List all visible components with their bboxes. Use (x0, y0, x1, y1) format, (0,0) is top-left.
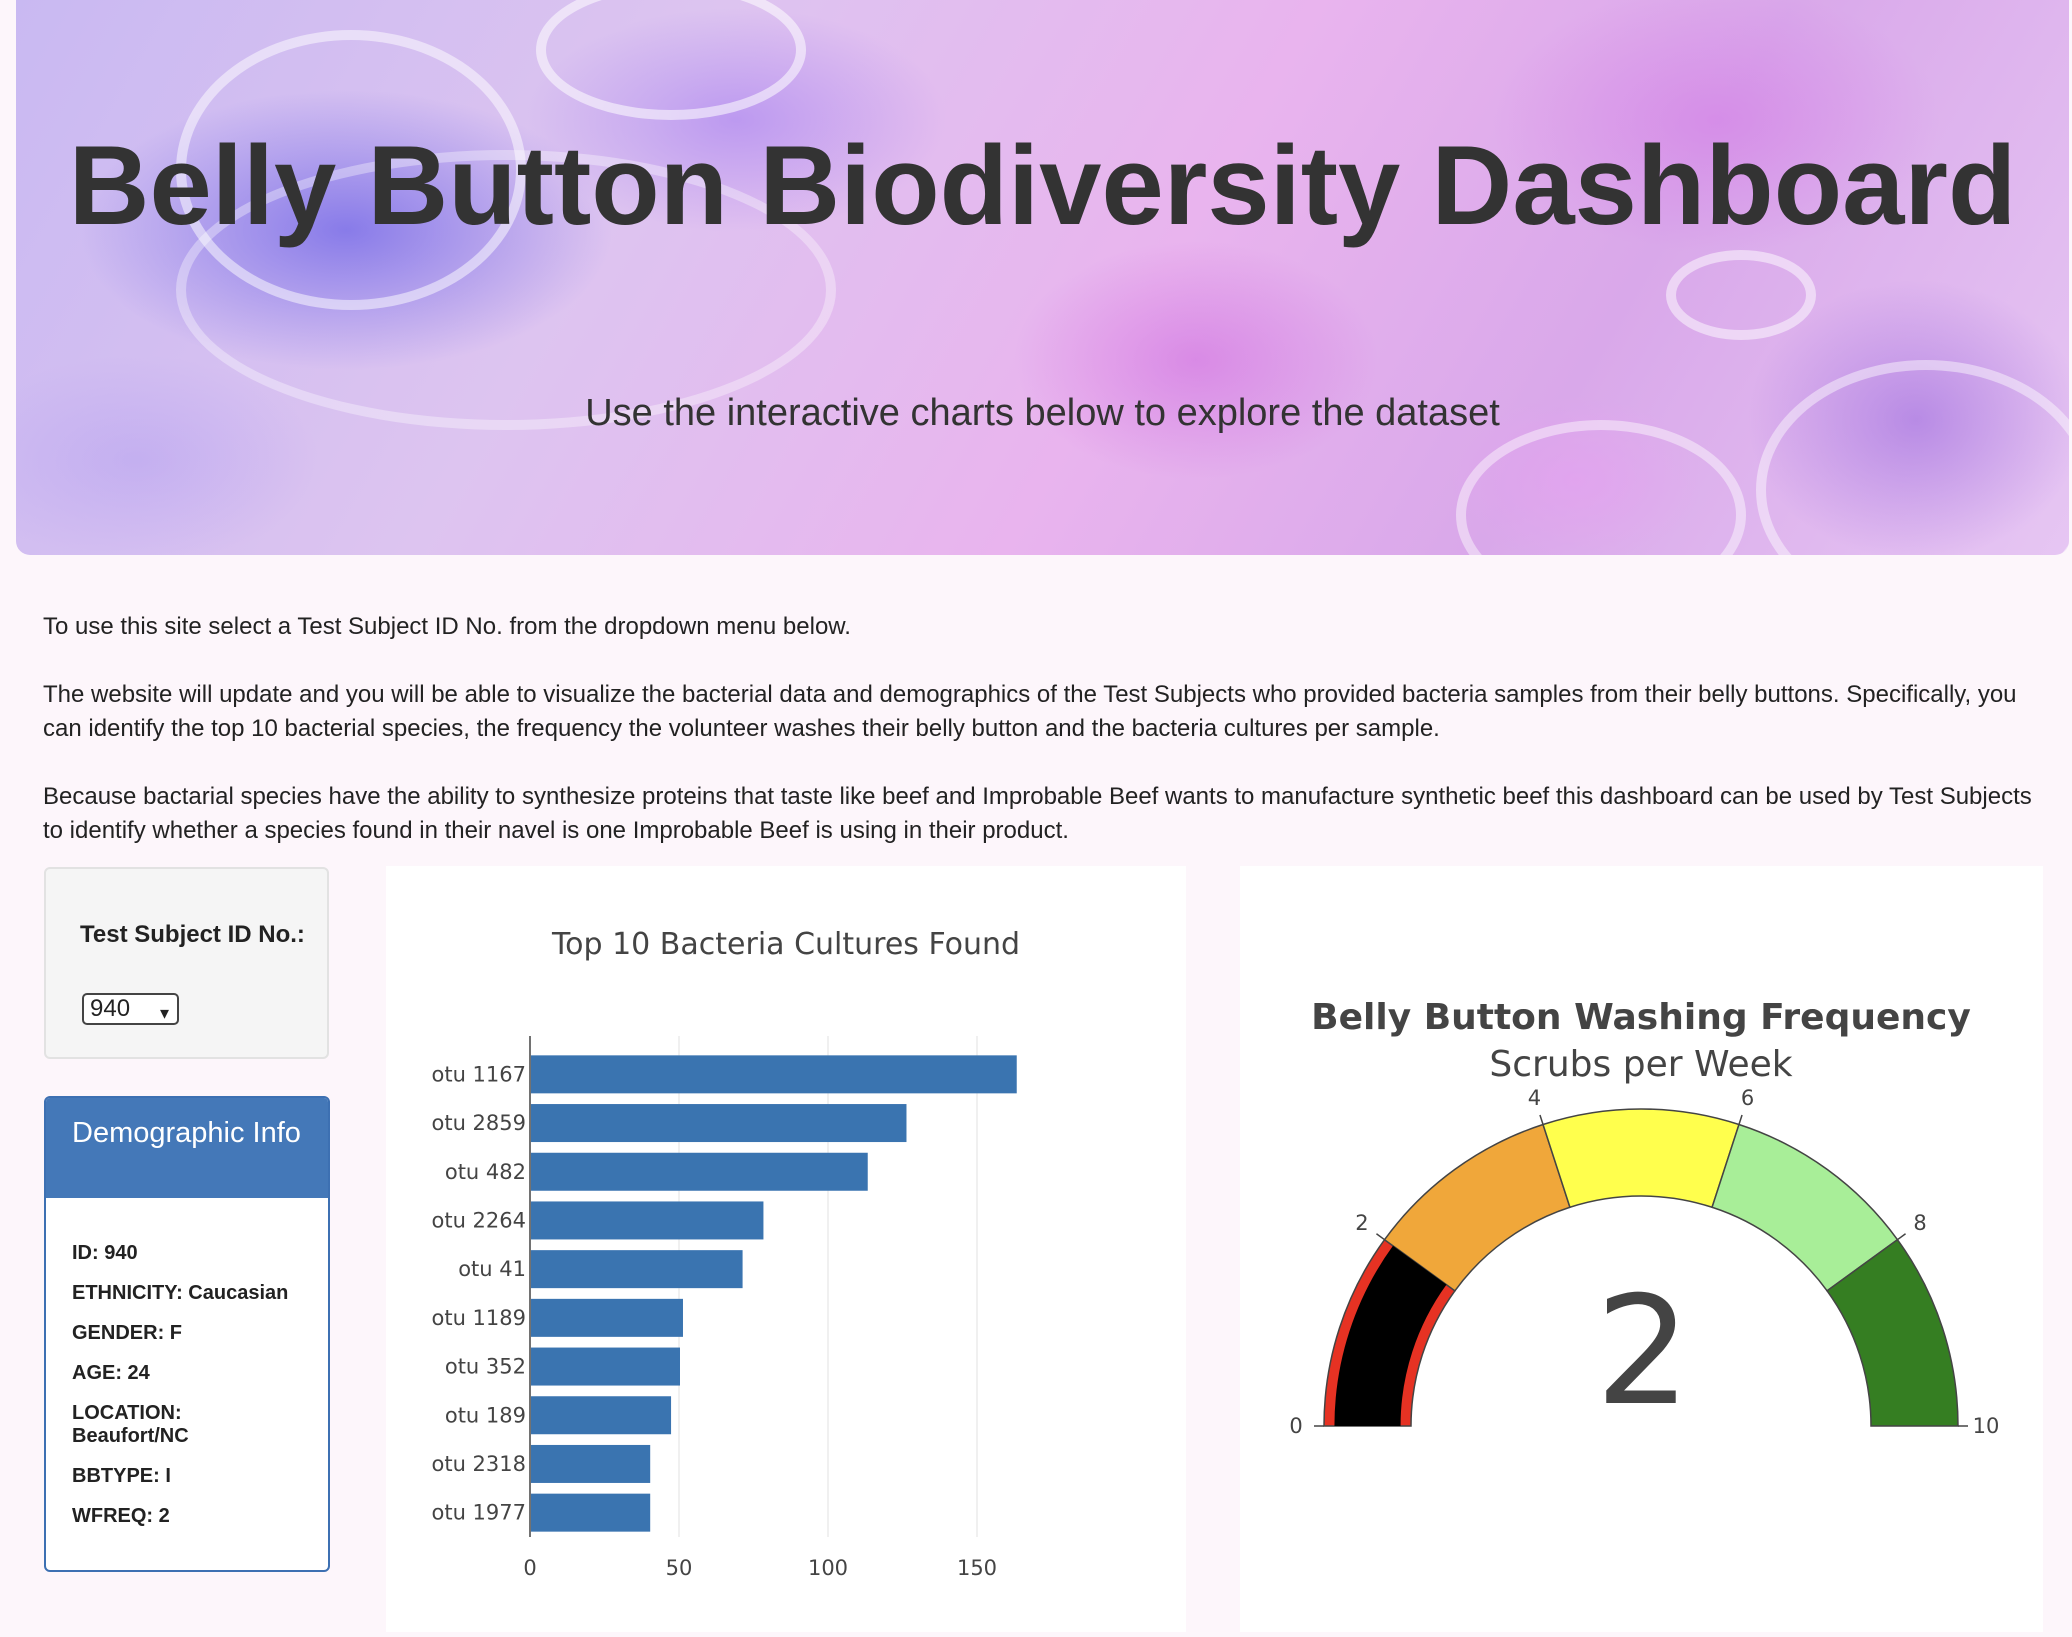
gauge-band (1542, 1108, 1740, 1209)
gauge-tick (1738, 1114, 1743, 1125)
demographic-row-wfreq: WFREQ: 2 (72, 1505, 170, 1527)
gauge-value: 2 (1595, 1265, 1690, 1439)
demographic-row-ethnicity: ETHNICITY: Caucasian (72, 1282, 289, 1304)
bar-chart-x-tick-label: 150 (957, 1556, 997, 1580)
bar-chart-category-label: otu 189 (445, 1403, 526, 1427)
demographic-info-body: ID: 940 ETHNICITY: Caucasian GENDER: F A… (46, 1198, 328, 1528)
bar-chart-bar[interactable] (531, 1396, 672, 1435)
bar-chart-x-tick-label: 100 (808, 1556, 848, 1580)
demographic-info-panel: Demographic Info ID: 940 ETHNICITY: Cauc… (44, 1096, 330, 1572)
bar-chart-bar[interactable] (531, 1298, 683, 1337)
bar-chart-x-tick-label: 50 (666, 1556, 693, 1580)
demographic-row-age: AGE: 24 (72, 1362, 150, 1384)
gauge-tick-label: 6 (1741, 1086, 1754, 1110)
intro-paragraph-1: To use this site select a Test Subject I… (43, 613, 851, 640)
intro-text: To use this site select a Test Subject I… (43, 610, 2033, 882)
gauge-title: Belly Button Washing Frequency (1311, 997, 1971, 1038)
bar-chart-category-label: otu 1189 (431, 1306, 526, 1330)
subject-selector-card: Test Subject ID No.: 940 ▾ (44, 867, 329, 1059)
gauge-tick (1376, 1233, 1385, 1241)
demographic-row-id: ID: 940 (72, 1242, 138, 1264)
header-banner: Belly Button Biodiversity Dashboard Use … (16, 0, 2069, 555)
gauge-chart-card: Belly Button Washing Frequency Scrubs pe… (1240, 866, 2043, 1632)
intro-paragraph-3: Because bactarial species have the abili… (43, 783, 2032, 844)
page-title: Belly Button Biodiversity Dashboard (68, 123, 2017, 248)
bar-chart-bar[interactable] (531, 1104, 907, 1143)
bar-chart-category-label: otu 482 (445, 1160, 526, 1184)
gauge-tick-label: 2 (1355, 1211, 1368, 1235)
demographic-row-gender: GENDER: F (72, 1322, 182, 1344)
bar-chart-bar[interactable] (531, 1201, 764, 1240)
gauge-tick-label: 4 (1528, 1086, 1541, 1110)
bar-chart-category-label: otu 2859 (431, 1111, 526, 1135)
bar-chart-bar[interactable] (531, 1347, 680, 1386)
bar-chart-bar[interactable] (531, 1493, 651, 1532)
bar-chart-bar[interactable] (531, 1444, 651, 1483)
gauge-tick (1897, 1233, 1906, 1241)
subject-selector-label: Test Subject ID No.: (80, 921, 305, 948)
bar-chart-bar[interactable] (531, 1250, 743, 1289)
bar-chart-bar[interactable] (531, 1152, 868, 1191)
subject-id-dropdown[interactable]: 940 ▾ (82, 993, 179, 1025)
bar-chart-category-label: otu 41 (458, 1257, 526, 1281)
intro-paragraph-2: The website will update and you will be … (43, 681, 2017, 742)
subject-id-value: 940 (90, 995, 131, 1022)
bar-chart-card: Top 10 Bacteria Cultures Found otu 1167 o… (386, 866, 1186, 1632)
gauge-subtitle: Scrubs per Week (1489, 1044, 1792, 1085)
demographic-row-location: LOCATION: Beaufort/NC (72, 1402, 189, 1447)
gauge-tick-label: 8 (1913, 1211, 1926, 1235)
chevron-down-icon: ▾ (159, 1003, 169, 1023)
bar-chart-bar[interactable] (531, 1055, 1017, 1094)
gauge-tick-label: 0 (1289, 1414, 1302, 1438)
bar-chart-title: Top 10 Bacteria Cultures Found (551, 927, 1020, 962)
bar-chart-category-label: otu 1977 (431, 1501, 526, 1525)
bar-chart-category-label: otu 2318 (431, 1452, 526, 1476)
page-subtitle: Use the interactive charts below to expl… (585, 392, 1500, 434)
gauge-tick-label: 10 (1973, 1414, 2000, 1438)
bar-chart-category-label: otu 1167 (431, 1062, 526, 1086)
gauge-chart[interactable]: Belly Button Washing Frequency Scrubs pe… (1240, 866, 2043, 1632)
bar-chart-category-label: otu 352 (445, 1355, 526, 1379)
gauge-tick (1539, 1114, 1544, 1125)
demographic-row-bbtype: BBTYPE: I (72, 1465, 171, 1487)
bar-chart[interactable]: Top 10 Bacteria Cultures Found otu 1167 o… (386, 866, 1186, 1632)
bar-chart-x-tick-label: 0 (523, 1556, 536, 1580)
demographic-info-title: Demographic Info (46, 1098, 328, 1198)
bar-chart-category-label: otu 2264 (431, 1208, 526, 1232)
